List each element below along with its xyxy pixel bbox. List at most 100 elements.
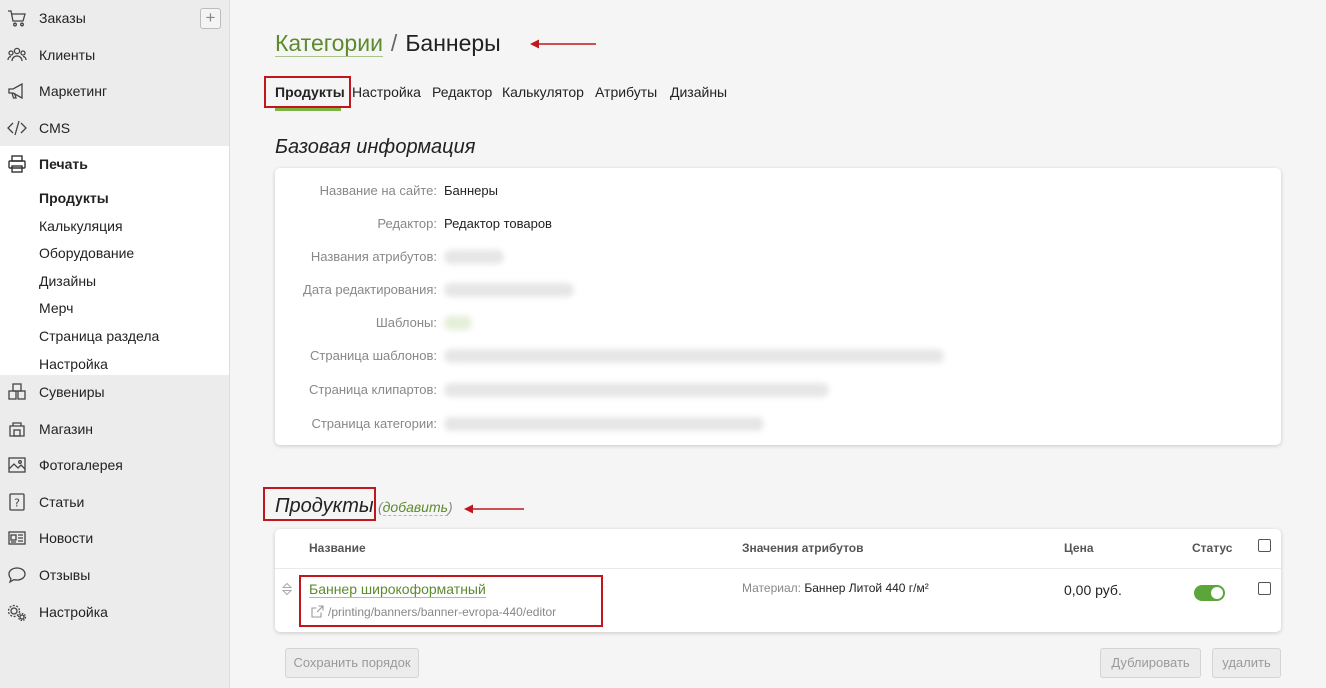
gift-boxes-icon (7, 382, 27, 402)
sidebar-item-clients[interactable]: Клиенты (0, 37, 229, 73)
image-icon (7, 455, 27, 475)
status-toggle[interactable] (1194, 585, 1225, 601)
select-all-checkbox[interactable] (1258, 539, 1271, 552)
info-label-templates: Шаблоны: (375, 315, 437, 330)
column-header-name: Название (309, 541, 366, 555)
annotation-highlight-product (299, 575, 603, 627)
info-label-templates-page: Страница шаблонов: (310, 348, 437, 363)
svg-text:?: ? (14, 497, 20, 510)
product-price: 0,00 руб. (1064, 582, 1122, 598)
attr-label: Материал: (742, 581, 801, 595)
sidebar-item-photogallery[interactable]: Фотогалерея (0, 447, 229, 483)
sidebar-item-label: Маркетинг (39, 83, 108, 99)
redacted-value (444, 316, 472, 330)
info-value-site-name: Баннеры (444, 183, 498, 198)
megaphone-icon (7, 81, 27, 101)
gears-icon (7, 602, 27, 622)
duplicate-button[interactable]: Дублировать (1100, 648, 1201, 678)
sidebar-subitem-products[interactable]: Продукты (39, 190, 109, 206)
sidebar-item-label: Статьи (39, 494, 85, 510)
sidebar-subitem-merch[interactable]: Мерч (39, 300, 73, 316)
sidebar-item-shop[interactable]: Магазин (0, 411, 229, 447)
attr-value: Баннер Литой 440 г/м² (804, 581, 929, 595)
tab-attributes[interactable]: Атрибуты (595, 84, 657, 100)
sidebar-item-label: Настройка (39, 604, 108, 620)
sidebar-item-label: Сувениры (39, 384, 105, 400)
sidebar-item-print[interactable]: Печать (0, 146, 229, 182)
delete-button[interactable]: удалить (1212, 648, 1281, 678)
header-divider (275, 568, 1281, 569)
sidebar-item-orders[interactable]: Заказы (0, 0, 229, 36)
redacted-value (444, 250, 504, 264)
sidebar-item-label: Новости (39, 530, 94, 546)
info-label-category-page: Страница категории: (311, 416, 437, 431)
tab-designs[interactable]: Дизайны (670, 84, 727, 100)
sidebar-subitem-calculation[interactable]: Калькуляция (39, 218, 123, 234)
save-order-button[interactable]: Сохранить порядок (285, 648, 419, 678)
sidebar-item-label: Клиенты (39, 47, 96, 63)
page-title: Баннеры (405, 30, 501, 56)
sidebar-subitem-section-page[interactable]: Страница раздела (39, 328, 159, 344)
shop-icon (7, 419, 27, 439)
sidebar-item-label: Отзывы (39, 567, 91, 583)
product-attributes: Материал: Баннер Литой 440 г/м² (742, 581, 929, 595)
annotation-highlight-products-title (263, 487, 376, 521)
add-product-link[interactable]: добавить (382, 499, 448, 516)
chat-icon (7, 565, 27, 585)
info-label-site-name: Название на сайте: (319, 183, 437, 198)
add-order-button[interactable]: + (200, 8, 221, 29)
users-icon (7, 45, 27, 65)
sidebar-subitem-equipment[interactable]: Оборудование (39, 245, 134, 261)
drag-handle-icon[interactable] (282, 582, 292, 596)
sidebar-subitem-settings[interactable]: Настройка (39, 356, 108, 372)
sidebar-subitem-designs[interactable]: Дизайны (39, 273, 96, 289)
annotation-arrow-icon (530, 39, 596, 49)
sidebar-item-souvenirs[interactable]: Сувениры (0, 374, 229, 410)
redacted-value (444, 349, 944, 363)
redacted-value (444, 417, 764, 431)
sidebar-item-settings[interactable]: Настройка (0, 594, 229, 630)
annotation-highlight-tab (264, 76, 351, 108)
info-label-editor: Редактор: (377, 216, 437, 231)
sidebar-item-marketing[interactable]: Маркетинг (0, 73, 229, 109)
info-label-attribute-names: Названия атрибутов: (310, 249, 437, 264)
tab-calculator[interactable]: Калькулятор (502, 84, 584, 100)
tab-editor[interactable]: Редактор (432, 84, 492, 100)
base-info-title: Базовая информация (275, 136, 476, 158)
redacted-value (444, 283, 574, 297)
info-label-cliparts-page: Страница клипартов: (309, 382, 437, 397)
info-value-editor: Редактор товаров (444, 216, 552, 231)
code-icon (7, 118, 27, 138)
newspaper-icon (7, 528, 27, 548)
breadcrumb-link-categories[interactable]: Категории (275, 30, 383, 57)
sidebar-item-reviews[interactable]: Отзывы (0, 557, 229, 593)
sidebar: Заказы + Клиенты Маркетинг CMS Печать Пр… (0, 0, 230, 688)
breadcrumb: Категории / Баннеры (275, 30, 501, 57)
sidebar-item-label: Магазин (39, 421, 94, 437)
column-header-attributes: Значения атрибутов (742, 541, 864, 555)
sidebar-item-label: Печать (39, 156, 88, 172)
cart-icon (7, 8, 27, 28)
add-product-link-wrapper: (добавить) (378, 499, 453, 516)
column-header-status: Статус (1192, 541, 1233, 555)
question-icon: ? (7, 492, 27, 512)
toggle-knob (1211, 587, 1223, 599)
add-paren-open: ( (378, 499, 383, 515)
add-paren-close: ) (447, 499, 453, 515)
sidebar-item-label: Заказы (39, 10, 86, 26)
redacted-value (444, 383, 829, 397)
sidebar-item-cms[interactable]: CMS (0, 110, 229, 146)
active-tab-indicator (275, 108, 341, 111)
tab-settings[interactable]: Настройка (352, 84, 421, 100)
base-info-card: Название на сайте: Баннеры Редактор: Ред… (275, 168, 1281, 445)
printer-icon (7, 154, 27, 174)
annotation-arrow-icon (464, 504, 524, 514)
sidebar-item-label: Фотогалерея (39, 457, 123, 473)
breadcrumb-separator: / (390, 30, 398, 56)
sidebar-item-articles[interactable]: ? Статьи (0, 484, 229, 520)
row-select-checkbox[interactable] (1258, 582, 1271, 595)
sidebar-item-news[interactable]: Новости (0, 520, 229, 556)
info-label-edit-date: Дата редактирования: (303, 282, 437, 297)
column-header-price: Цена (1064, 541, 1094, 555)
sidebar-item-label: CMS (39, 120, 71, 136)
